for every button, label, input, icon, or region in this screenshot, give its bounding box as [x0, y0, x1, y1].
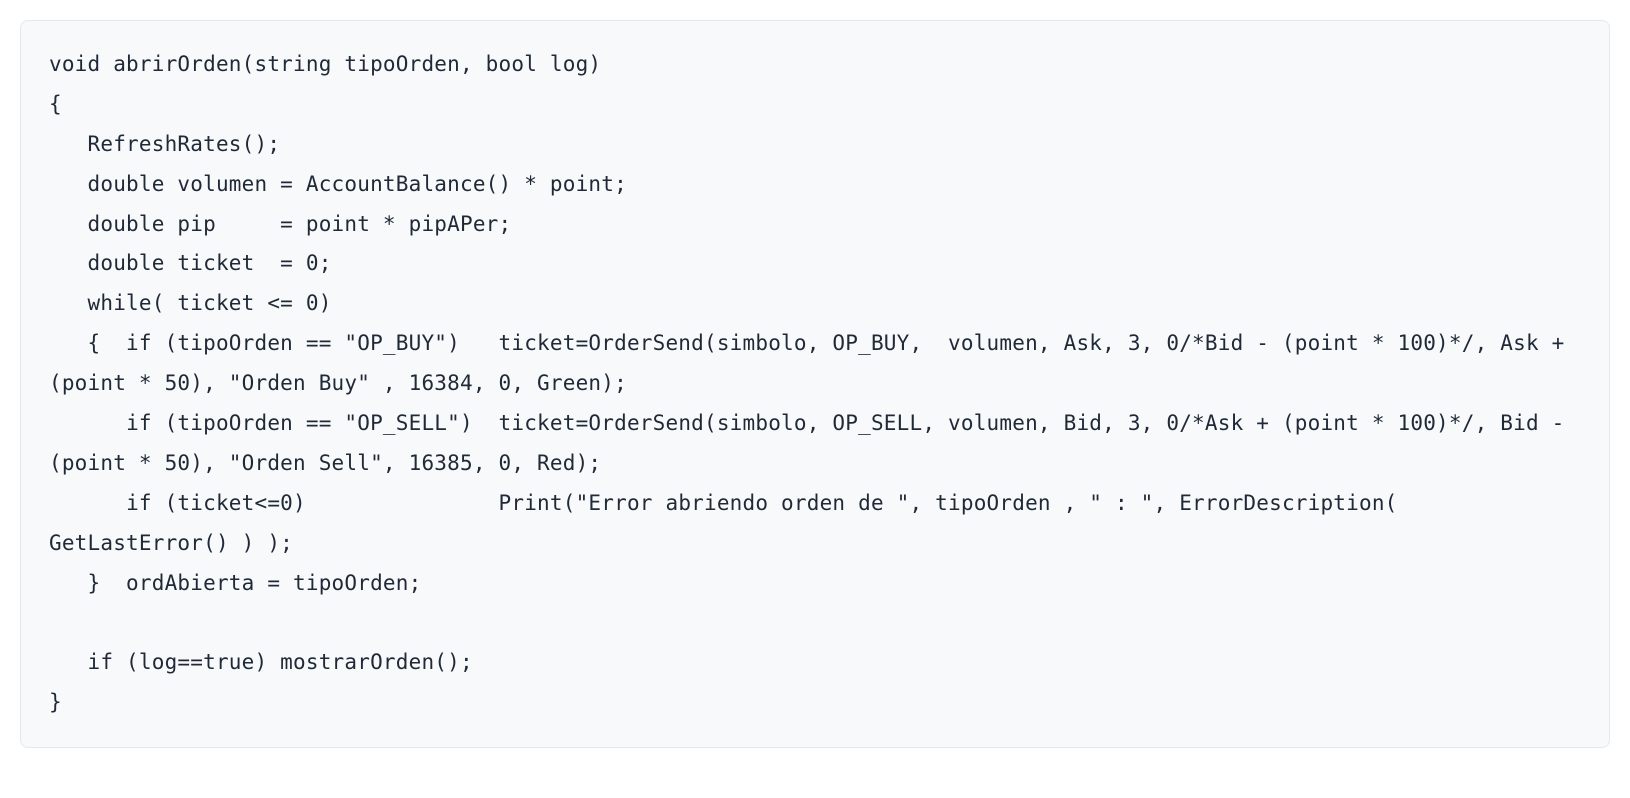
code-line: double pip = point * pipAPer;	[49, 212, 511, 236]
code-line: if (log==true) mostrarOrden();	[49, 650, 473, 674]
code-line: double ticket = 0;	[49, 251, 332, 275]
code-line: }	[49, 690, 62, 714]
code-block: void abrirOrden(string tipoOrden, bool l…	[20, 20, 1610, 748]
code-line: while( ticket <= 0)	[49, 291, 332, 315]
code-line: RefreshRates();	[49, 132, 280, 156]
code-line: double volumen = AccountBalance() * poin…	[49, 172, 627, 196]
code-line: void abrirOrden(string tipoOrden, bool l…	[49, 52, 601, 76]
code-line: if (tipoOrden == "OP_SELL") ticket=Order…	[49, 411, 1577, 475]
code-line: if (ticket<=0) Print("Error abriendo ord…	[49, 491, 1410, 555]
code-line: { if (tipoOrden == "OP_BUY") ticket=Orde…	[49, 331, 1577, 395]
code-line: } ordAbierta = tipoOrden;	[49, 571, 421, 595]
code-line: {	[49, 92, 62, 116]
